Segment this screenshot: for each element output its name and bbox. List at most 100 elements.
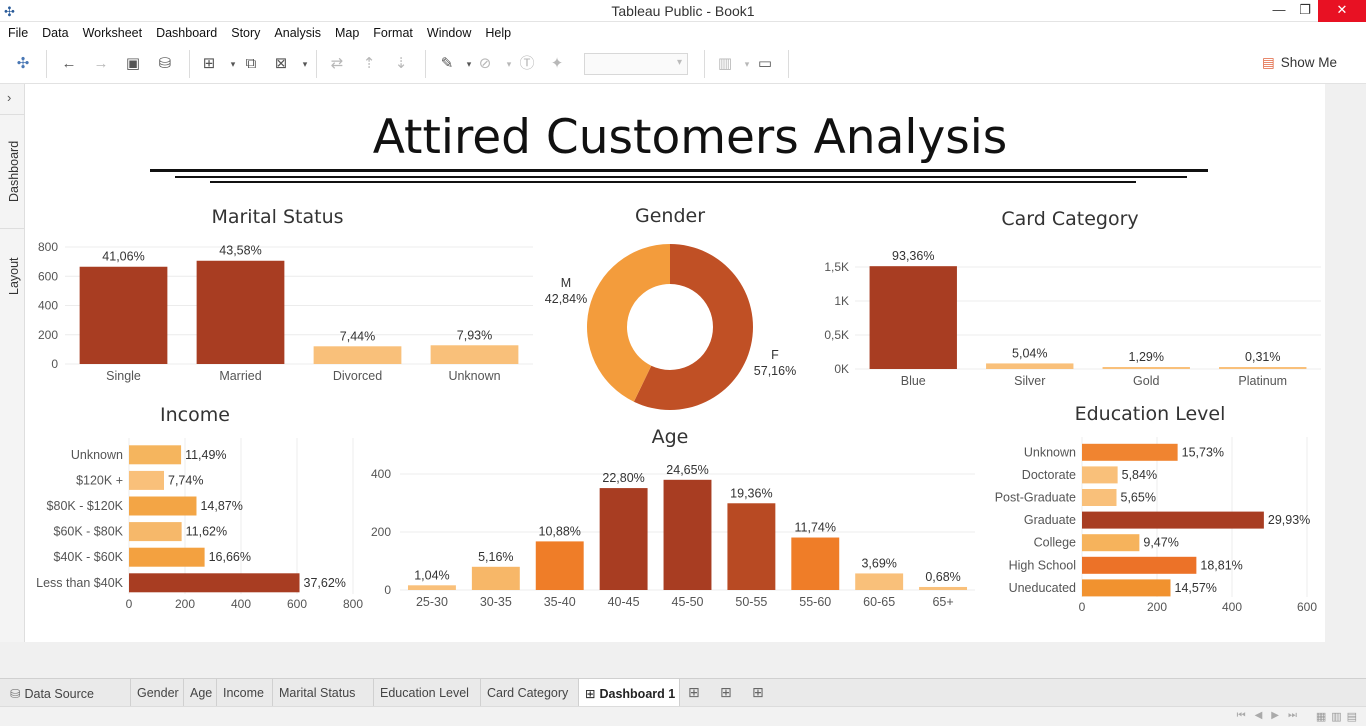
- menu-help[interactable]: Help: [477, 22, 517, 40]
- income-data-label: 7,74%: [168, 473, 203, 487]
- age-data-label: 11,74%: [795, 521, 836, 535]
- age-x-tick-label: 25-30: [416, 595, 448, 609]
- education-data-label: 29,93%: [1268, 513, 1310, 527]
- menu-map[interactable]: Map: [327, 22, 365, 40]
- age-bar: [535, 541, 584, 590]
- tab-gender[interactable]: Gender: [131, 679, 184, 707]
- tab-layout[interactable]: Layout: [0, 228, 25, 324]
- marital-x-tick-label: Married: [219, 369, 261, 383]
- tab-card-category[interactable]: Card Category: [481, 679, 579, 707]
- income-category-label: $80K - $120K: [47, 499, 124, 513]
- highlight-icon[interactable]: ✎: [438, 54, 456, 74]
- swap-rows-columns-icon[interactable]: ⇄: [328, 54, 346, 74]
- gender-data-label: 57,16%: [754, 364, 796, 378]
- sort-ascending-icon[interactable]: ⇡: [360, 54, 378, 74]
- card-y-tick-label: 0,5K: [824, 328, 849, 342]
- age-bar: [919, 586, 968, 590]
- education-data-label: 18,81%: [1200, 558, 1242, 572]
- age-data-label: 24,65%: [666, 463, 708, 477]
- sheet-view-icons[interactable]: ▦▥▤: [1316, 710, 1362, 723]
- menu-story[interactable]: Story: [223, 22, 266, 40]
- card-x-tick-label: Blue: [901, 374, 926, 388]
- show-cards-icon[interactable]: ▥: [716, 54, 734, 74]
- tab-age[interactable]: Age: [184, 679, 217, 707]
- menu-format[interactable]: Format: [365, 22, 419, 40]
- show-me-button[interactable]: ▤ Show Me: [1262, 55, 1337, 71]
- menu-worksheet[interactable]: Worksheet: [75, 22, 149, 40]
- menu-analysis[interactable]: Analysis: [266, 22, 327, 40]
- income-bar: [129, 470, 164, 490]
- menu-window[interactable]: Window: [419, 22, 477, 40]
- menu-dashboard[interactable]: Dashboard: [148, 22, 223, 40]
- chevron-down-icon[interactable]: ▾: [224, 54, 242, 74]
- tableau-home-icon[interactable]: ✣: [14, 54, 32, 74]
- age-bar: [599, 488, 648, 590]
- group-icon[interactable]: ⊘: [476, 54, 494, 74]
- clear-sheet-icon[interactable]: ⊠: [272, 54, 290, 74]
- gender-slice-label: M: [561, 276, 571, 290]
- marital-bar: [79, 266, 168, 364]
- show-me-icon: ▤: [1262, 55, 1275, 70]
- age-data-label: 19,36%: [730, 486, 772, 500]
- marital-x-tick-label: Divorced: [333, 369, 382, 383]
- age-bar: [471, 566, 520, 590]
- menu-file[interactable]: File: [0, 22, 34, 40]
- tab-data-source[interactable]: ⛁ Data Source: [0, 679, 131, 707]
- chevron-down-icon[interactable]: ▾: [500, 54, 518, 74]
- card-x-tick-label: Platinum: [1238, 374, 1287, 388]
- save-icon[interactable]: ▣: [124, 54, 142, 74]
- age-y-tick-label: 0: [384, 583, 391, 597]
- age-x-tick-label: 50-55: [735, 595, 767, 609]
- menu-data[interactable]: Data: [34, 22, 74, 40]
- tab-education-level[interactable]: Education Level: [374, 679, 481, 707]
- tab-dashboard-1[interactable]: ⊞ Dashboard 1: [579, 679, 680, 707]
- new-data-source-icon[interactable]: ⛁: [156, 54, 174, 74]
- age-y-tick-label: 400: [371, 467, 391, 481]
- card-x-tick-label: Gold: [1133, 374, 1159, 388]
- income-bar: [129, 445, 182, 465]
- education-bar: [1082, 579, 1171, 597]
- age-data-label: 3,69%: [861, 556, 896, 570]
- tab-label: Data Source: [24, 687, 94, 701]
- sort-descending-icon[interactable]: ⇣: [392, 54, 410, 74]
- education-bar: [1082, 556, 1197, 574]
- restore-button[interactable]: ❐: [1290, 0, 1320, 22]
- income-data-label: 16,66%: [209, 550, 251, 564]
- new-dashboard-tab-icon[interactable]: ⊞: [720, 684, 732, 701]
- income-data-label: 11,62%: [186, 525, 227, 539]
- new-worksheet-icon[interactable]: ⊞: [200, 54, 218, 74]
- pin-icon[interactable]: ✦: [548, 54, 566, 74]
- income-data-label: 14,87%: [200, 499, 242, 513]
- chevron-down-icon[interactable]: ▾: [296, 54, 314, 74]
- income-category-label: Unknown: [71, 448, 123, 462]
- chevron-down-icon[interactable]: ▾: [738, 54, 756, 74]
- expand-pane-icon[interactable]: ›: [7, 90, 11, 105]
- age-y-tick-label: 200: [371, 525, 391, 539]
- show-labels-icon[interactable]: Ⓣ: [518, 54, 536, 74]
- marital-data-label: 41,06%: [102, 250, 144, 264]
- show-me-label: Show Me: [1280, 55, 1338, 70]
- sheet-navigation-icons[interactable]: ⏮◀▶⏭: [1237, 710, 1306, 721]
- age-x-tick-label: 55-60: [799, 595, 831, 609]
- close-button[interactable]: ✕: [1318, 0, 1366, 22]
- presentation-mode-icon[interactable]: ▭: [756, 54, 774, 74]
- card-y-tick-label: 1K: [834, 294, 849, 308]
- tab-marital-status[interactable]: Marital Status: [273, 679, 374, 707]
- marital-y-tick-label: 200: [38, 328, 58, 342]
- duplicate-sheet-icon[interactable]: ⧉: [242, 54, 260, 74]
- education-category-label: High School: [1009, 558, 1076, 572]
- status-area: [0, 642, 1366, 678]
- age-data-label: 22,80%: [602, 471, 644, 485]
- undo-icon[interactable]: ←: [60, 54, 78, 74]
- tab-income[interactable]: Income: [217, 679, 273, 707]
- fit-dropdown[interactable]: [584, 53, 688, 75]
- tab-dashboard[interactable]: Dashboard: [0, 114, 25, 228]
- education-category-label: College: [1034, 536, 1076, 550]
- redo-icon[interactable]: →: [92, 54, 110, 74]
- card-bar: [1219, 367, 1307, 369]
- new-story-tab-icon[interactable]: ⊞: [752, 684, 764, 701]
- new-worksheet-tab-icon[interactable]: ⊞: [688, 684, 700, 701]
- income-category-label: $120K +: [76, 473, 123, 487]
- income-bar: [129, 547, 205, 567]
- age-x-tick-label: 65+: [932, 595, 953, 609]
